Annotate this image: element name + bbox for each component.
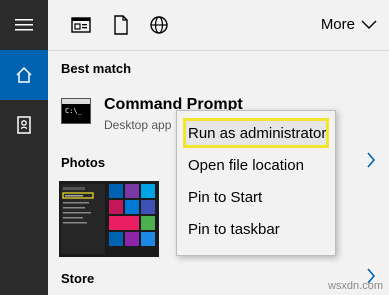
open-file-location-item[interactable]: Open file location: [183, 150, 329, 180]
left-rail: [0, 0, 48, 295]
home-icon: [16, 66, 32, 83]
documents-filter-button[interactable]: [110, 14, 132, 36]
filter-bar: More: [48, 0, 389, 51]
photo-thumbnail[interactable]: [59, 181, 159, 257]
store-heading: Store: [61, 271, 95, 286]
pin-to-start-item[interactable]: Pin to Start: [183, 182, 329, 212]
web-icon: [150, 16, 168, 34]
home-button[interactable]: [0, 50, 48, 100]
watermark: wsxdn.com: [327, 280, 383, 292]
photos-heading: Photos: [61, 155, 106, 170]
notebook-icon: [17, 116, 31, 134]
apps-filter-button[interactable]: [70, 14, 92, 36]
photos-expand-button[interactable]: [366, 152, 376, 173]
command-prompt-icon: C:\_: [61, 98, 91, 124]
result-subtitle: Desktop app: [104, 118, 172, 132]
context-menu: Run as administrator Open file location …: [176, 110, 336, 256]
chevron-right-icon: [367, 152, 376, 168]
web-filter-button[interactable]: [148, 14, 170, 36]
best-match-heading: Best match: [61, 61, 132, 76]
more-label: More: [320, 16, 355, 33]
pin-to-taskbar-item[interactable]: Pin to taskbar: [183, 214, 329, 244]
more-filters-button[interactable]: More: [321, 16, 377, 33]
chevron-down-icon: [361, 20, 377, 29]
notebook-button[interactable]: [0, 100, 48, 150]
apps-icon: [71, 17, 91, 33]
documents-icon: [114, 15, 128, 35]
start-menu-screenshot: [59, 181, 159, 257]
hamburger-icon: [15, 19, 33, 31]
menu-button[interactable]: [0, 0, 48, 50]
run-as-administrator-item[interactable]: Run as administrator: [183, 118, 329, 148]
